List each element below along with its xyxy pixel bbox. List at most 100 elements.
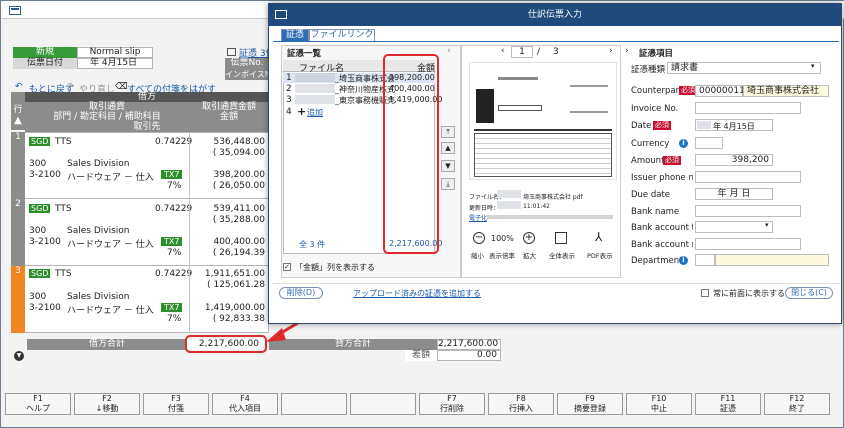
due-date-input[interactable]: 年 月 日 xyxy=(695,188,773,200)
tab-file-link[interactable]: ファイルリンク xyxy=(309,29,375,41)
slip-type-select[interactable]: Normal slip xyxy=(77,47,153,58)
undo-icon: ↶ xyxy=(15,82,23,92)
info-icon[interactable]: i xyxy=(679,256,688,265)
pdf-icon[interactable]: ⅄ xyxy=(595,230,602,244)
rate-value[interactable]: 0.74229 xyxy=(155,137,192,147)
amount[interactable]: 398,200.00 xyxy=(191,170,265,180)
next-page-icon[interactable]: › xyxy=(609,46,613,56)
delete-button[interactable]: 削除(D) xyxy=(279,287,323,299)
amount-input[interactable]: 398,200 xyxy=(695,154,773,166)
scroll-up-icon[interactable]: ▲ xyxy=(11,112,25,130)
bank-no-label: Bank account num xyxy=(631,240,693,250)
doc-type-select[interactable]: 請求書 xyxy=(667,62,821,74)
prev-page-icon[interactable]: ‹ xyxy=(501,46,505,56)
fx-amount[interactable]: 539,411.00 xyxy=(191,204,265,214)
bank-name-input[interactable] xyxy=(695,205,801,217)
function-key[interactable]: F2 ↓移動 xyxy=(74,393,140,415)
function-key[interactable]: F9 摘要登録 xyxy=(557,393,623,415)
info-icon[interactable]: i xyxy=(679,139,688,148)
dept-code[interactable]: 300 xyxy=(29,226,46,236)
preview-update-label: 更新日時： xyxy=(469,205,500,212)
function-key[interactable]: F1 ヘルプ xyxy=(5,393,71,415)
chevron-down-icon[interactable]: ▾ xyxy=(765,221,769,229)
counterparty-name: 埼玉商事株式会社 xyxy=(743,85,829,97)
rate-value[interactable]: 0.74229 xyxy=(155,204,192,214)
dialog-title: 仕訳伝票入力 xyxy=(269,4,841,26)
bank-type-label: Bank account type xyxy=(631,223,693,233)
function-key[interactable]: F4 代入項目 xyxy=(212,393,278,415)
function-key[interactable]: F7 行削除 xyxy=(419,393,485,415)
add-icon[interactable]: + xyxy=(297,105,306,118)
add-uploaded-link[interactable]: アップロード済みの証憑を追加する xyxy=(353,288,481,299)
rate-type: TTS xyxy=(55,137,72,147)
currency-badge: SGD xyxy=(29,204,51,213)
invoice-preview-image xyxy=(469,62,617,180)
page-total: 3 xyxy=(553,47,559,57)
bank-type-select[interactable] xyxy=(695,221,773,233)
function-key[interactable]: F10 中止 xyxy=(626,393,692,415)
tab-evidence[interactable]: 証憑 xyxy=(281,29,309,41)
tax-code-badge[interactable]: TX7 xyxy=(161,303,183,312)
function-key[interactable]: F12 終了 xyxy=(764,393,830,415)
function-key[interactable]: F8 行挿入 xyxy=(488,393,554,415)
function-key-label: 中止 xyxy=(651,404,667,413)
debit-header: 借方 xyxy=(25,92,269,102)
fx-amount[interactable]: 1,911,651.00 xyxy=(191,269,265,279)
close-button[interactable]: 閉じる(C) xyxy=(785,287,833,299)
bank-no-input[interactable] xyxy=(695,238,801,250)
collapse-left-icon[interactable]: ‹ xyxy=(447,46,451,56)
amount[interactable]: 1,419,000.00 xyxy=(191,303,265,313)
currency-input[interactable] xyxy=(695,137,723,149)
footer-divider xyxy=(273,283,839,284)
preview-scrollbar[interactable] xyxy=(487,215,613,219)
account-code[interactable]: 3-2100 xyxy=(29,237,61,247)
tax-code-badge[interactable]: TX7 xyxy=(161,237,183,246)
account-code[interactable]: 3-2100 xyxy=(29,303,61,313)
function-key[interactable] xyxy=(281,393,347,415)
zoom-out-icon[interactable]: − xyxy=(473,232,485,244)
currency-label: Currency xyxy=(631,139,670,149)
slip-date-field[interactable]: 年 4月15日 xyxy=(77,58,153,69)
row-divider xyxy=(25,265,269,266)
column-divider xyxy=(189,132,190,333)
function-key[interactable] xyxy=(350,393,416,415)
invoice-no-label: Invoice No. xyxy=(631,104,679,114)
invoice-no-input[interactable] xyxy=(695,102,801,114)
due-date-label: Due date xyxy=(631,190,671,200)
page-number-input[interactable]: 1 xyxy=(511,46,533,58)
division-name: Sales Division xyxy=(67,226,130,236)
show-amount-checkbox[interactable]: ✓ xyxy=(283,263,291,271)
expand-icon[interactable]: ▼ xyxy=(14,351,24,361)
ocr-link[interactable]: 電子化 xyxy=(469,213,487,222)
function-key[interactable]: F3 付箋 xyxy=(143,393,209,415)
show-amount-label: 「金額」列を表示する xyxy=(295,263,375,272)
account-code[interactable]: 3-2100 xyxy=(29,170,61,180)
zoom-in-icon[interactable]: + xyxy=(523,232,535,244)
enlarge-label: 拡大 xyxy=(523,252,536,260)
counterparty-code[interactable]: 00000011 xyxy=(695,85,745,97)
row-number[interactable]: 2 xyxy=(11,199,25,266)
move-down-icon[interactable]: ▼ xyxy=(441,160,455,172)
tax-code-badge[interactable]: TX7 xyxy=(161,170,183,179)
department-code[interactable] xyxy=(695,254,715,266)
amount[interactable]: 400,400.00 xyxy=(191,237,265,247)
issuer-phone-input[interactable] xyxy=(695,171,801,183)
function-key-code: F11 xyxy=(720,394,736,403)
move-bottom-icon[interactable]: ⤓ xyxy=(441,178,455,190)
rate-value[interactable]: 0.74229 xyxy=(155,269,192,279)
dept-code[interactable]: 300 xyxy=(29,292,46,302)
amount-column-highlight xyxy=(383,54,439,254)
add-file-link[interactable]: 追加 xyxy=(307,107,323,118)
function-key[interactable]: F11 証憑 xyxy=(695,393,761,415)
collapse-right-icon[interactable]: › xyxy=(625,46,629,56)
row-number-selected[interactable]: 3 xyxy=(11,266,25,333)
chevron-down-icon[interactable]: ▾ xyxy=(811,62,815,70)
move-up-icon[interactable]: ▲ xyxy=(441,142,455,154)
move-top-icon[interactable]: ⤒ xyxy=(441,126,455,138)
function-key-label: 付箋 xyxy=(168,404,184,413)
fx-amount[interactable]: 536,448.00 xyxy=(191,137,265,147)
dept-code[interactable]: 300 xyxy=(29,159,46,169)
fit-page-icon[interactable] xyxy=(555,232,567,244)
always-front-checkbox[interactable] xyxy=(701,289,709,297)
row-number[interactable]: 1 xyxy=(11,132,25,199)
